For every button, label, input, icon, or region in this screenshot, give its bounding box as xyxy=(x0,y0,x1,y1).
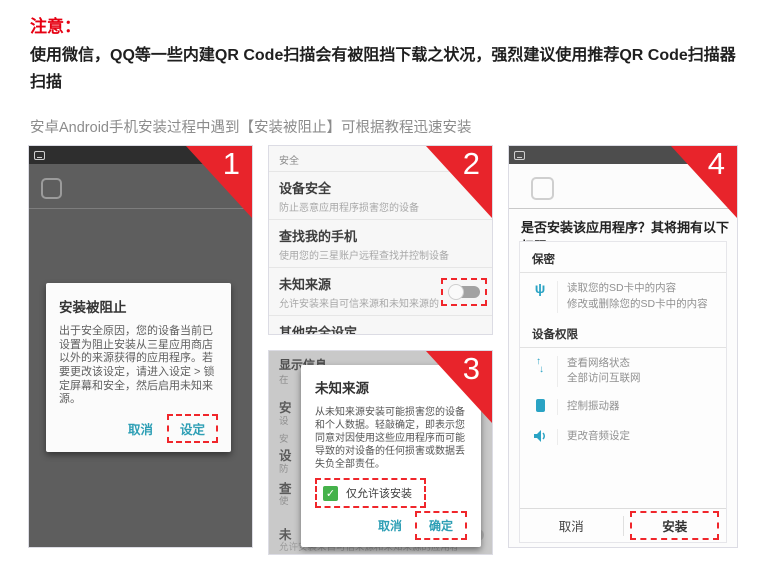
app-icon-placeholder xyxy=(41,178,62,199)
dialog-title: 未知来源 xyxy=(315,377,467,397)
screenshot-step-3: 显示信息 在 安 设 安 设 防 查 使 未 允许安装来自可信来源和未知来源的应… xyxy=(268,350,493,555)
checkbox-checked-icon[interactable]: ✓ xyxy=(323,486,338,501)
section-device-access: 设备权限 xyxy=(520,317,726,347)
checkbox-label: 仅允许该安装 xyxy=(346,485,412,501)
setting-subtitle: 使用您的三星账户远程查找并控制设备 xyxy=(279,247,482,262)
settings-button[interactable]: 设定 xyxy=(167,414,218,443)
download-icon xyxy=(514,151,525,160)
setting-row-find-my-mobile[interactable]: 查找我的手机 使用您的三星账户远程查找并控制设备 xyxy=(269,220,492,268)
permission-row-storage: ψ 读取您的SD卡中的内容 修改或删除您的SD卡中的内容 xyxy=(520,273,726,317)
tutorial-subtitle: 安卓Android手机安装过程中遇到【安装被阻止】可根据教程迅速安装 xyxy=(30,116,471,137)
dialog-actions: 取消 设定 xyxy=(59,414,218,443)
unknown-sources-toggle-highlight xyxy=(441,278,487,306)
permission-line: 控制振动器 xyxy=(567,399,620,415)
notice-body: 使用微信，QQ等一些内建QR Code扫描会有被阻挡下载之状况，强烈建议使用推荐… xyxy=(30,42,742,96)
screenshot-step-4: 1 4G 7 是否安装该应用程序？其将拥有以下权限： 保密 ψ 读取您的SD卡中… xyxy=(508,145,738,548)
bg-fragment: 使 xyxy=(279,493,289,507)
divider xyxy=(29,208,252,209)
setting-row-other-security[interactable]: 其他安全设定 更改安全更新和证书存储等其他安全设定 xyxy=(269,316,492,335)
permission-row-vibration: 控制振动器 xyxy=(520,391,726,421)
notice-title: 注意： xyxy=(30,12,81,37)
usb-storage-icon: ψ xyxy=(532,281,548,295)
setting-title: 查找我的手机 xyxy=(279,226,482,245)
permission-row-network: ↑↓ 查看网络状态 全部访问互联网 xyxy=(520,348,726,392)
step-number: 2 xyxy=(463,146,480,182)
cancel-button[interactable]: 取消 xyxy=(122,416,159,441)
dialog-body: 出于安全原因，您的设备当前已设置为阻止安装从三星应用商店以外的来源获得的应用程序… xyxy=(59,325,218,407)
bg-fragment: 设 xyxy=(279,413,289,427)
step-number: 1 xyxy=(223,146,240,182)
setting-title: 其他安全设定 xyxy=(279,322,482,335)
install-blocked-dialog: 安装被阻止 出于安全原因，您的设备当前已设置为阻止安装从三星应用商店以外的来源获… xyxy=(46,283,231,452)
divider xyxy=(509,208,737,209)
dialog-actions: 取消 确定 xyxy=(315,511,467,540)
setting-subtitle: 防止恶意应用程序损害您的设备 xyxy=(279,199,482,214)
step-number: 3 xyxy=(463,351,480,387)
speaker-icon xyxy=(532,429,548,447)
download-icon xyxy=(34,151,45,160)
dialog-body: 从未知来源安装可能损害您的设备和个人数据。轻敲确定，即表示您同意对因使用这些应用… xyxy=(315,406,467,471)
install-action-bar: 取消 安装 xyxy=(520,508,726,542)
allow-once-checkbox-row[interactable]: ✓ 仅允许该安装 xyxy=(315,478,426,508)
install-button-cell: 安装 xyxy=(624,511,727,540)
permission-line: 读取您的SD卡中的内容 xyxy=(567,281,708,297)
permission-row-audio: 更改音频设定 xyxy=(520,421,726,451)
setting-subtitle: 允许安装来自可信来源和未知来源的应用程序 xyxy=(279,295,439,310)
unknown-sources-toggle[interactable] xyxy=(448,284,480,300)
vibration-icon xyxy=(532,399,548,417)
section-privacy: 保密 xyxy=(520,242,726,272)
unknown-sources-dialog: 未知来源 从未知来源安装可能损害您的设备和个人数据。轻敲确定，即表示您同意对因使… xyxy=(301,365,481,547)
install-button[interactable]: 安装 xyxy=(630,511,719,540)
permission-line: 查看网络状态 xyxy=(567,356,641,372)
setting-title: 设备安全 xyxy=(279,178,482,197)
screenshot-step-2: 安全 设备安全 防止恶意应用程序损害您的设备 查找我的手机 使用您的三星账户远程… xyxy=(268,145,493,335)
step-number: 4 xyxy=(708,146,725,182)
screenshot-step-1: 1 4G 7 安装被阻止 出于安全原因，您的设备当前已设置为阻止安装从三星应用商… xyxy=(28,145,253,548)
permissions-panel: 保密 ψ 读取您的SD卡中的内容 修改或删除您的SD卡中的内容 设备权限 ↑↓ … xyxy=(519,241,727,543)
permission-line: 修改或删除您的SD卡中的内容 xyxy=(567,297,708,313)
bg-fragment: 防 xyxy=(279,461,289,475)
dialog-title: 安装被阻止 xyxy=(59,296,218,316)
display-info-sub: 在 xyxy=(279,372,289,386)
app-icon-placeholder xyxy=(531,177,554,200)
tutorial-page: 注意： 使用微信，QQ等一些内建QR Code扫描会有被阻挡下载之状况，强烈建议… xyxy=(0,0,767,570)
permission-line: 更改音频设定 xyxy=(567,429,630,445)
bg-fragment: 安 xyxy=(279,431,289,445)
permission-line: 全部访问互联网 xyxy=(567,371,641,387)
setting-row-unknown-sources[interactable]: 未知来源 允许安装来自可信来源和未知来源的应用程序 xyxy=(269,268,492,316)
cancel-button[interactable]: 取消 xyxy=(371,513,409,538)
cancel-button[interactable]: 取消 xyxy=(520,516,623,535)
network-arrows-icon: ↑↓ xyxy=(532,356,548,374)
empty-space xyxy=(520,451,726,508)
confirm-button[interactable]: 确定 xyxy=(415,511,467,540)
